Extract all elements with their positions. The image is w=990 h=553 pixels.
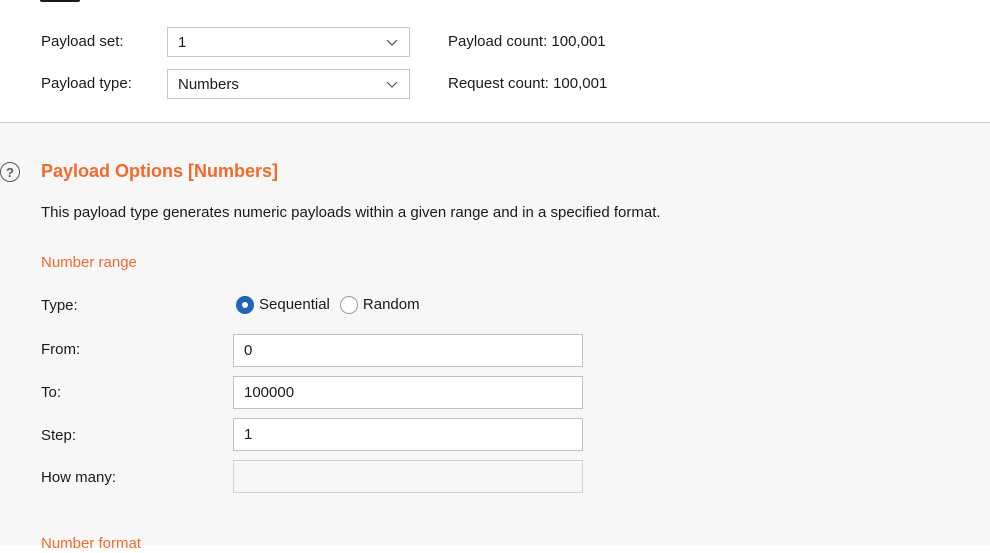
how-many-label: How many: [41,469,117,486]
number-format-heading: Number format [41,535,142,552]
payload-options-description: This payload type generates numeric payl… [41,204,661,221]
step-label: Step: [41,427,77,444]
radio-unselected-icon [339,296,358,314]
help-icon[interactable]: ? [0,162,20,182]
payload-sets-section [0,0,990,122]
to-input[interactable]: 100000 [233,376,583,409]
step-input[interactable]: 1 [233,418,583,451]
type-radio-group: Sequential Random [236,296,420,314]
number-range-heading: Number range [41,254,137,271]
chevron-down-icon [386,39,398,46]
payload-options-title: Payload Options [Numbers] [41,161,279,181]
from-value: 0 [244,342,253,359]
to-value: 100000 [244,384,295,401]
to-label: To: [41,384,62,401]
from-input[interactable]: 0 [233,334,583,367]
payload-type-value: Numbers [178,75,239,93]
type-label: Type: [41,297,78,314]
section-header-cut-off [40,0,80,2]
radio-random[interactable]: Random [339,296,420,314]
chevron-down-icon [386,81,398,88]
payload-type-label: Payload type: [41,75,132,92]
radio-random-label: Random [362,296,420,313]
payload-set-label: Payload set: [41,33,124,50]
request-count: Request count: 100,001 [448,75,608,92]
radio-sequential[interactable]: Sequential [236,296,330,314]
payload-set-select[interactable]: 1 [167,27,410,57]
step-value: 1 [244,426,253,443]
how-many-input[interactable] [233,460,583,493]
from-label: From: [41,341,81,358]
radio-selected-icon [236,296,254,314]
payload-type-select[interactable]: Numbers [167,69,410,99]
payload-count: Payload count: 100,001 [448,33,606,50]
radio-sequential-label: Sequential [259,296,330,313]
payload-set-value: 1 [178,33,187,51]
